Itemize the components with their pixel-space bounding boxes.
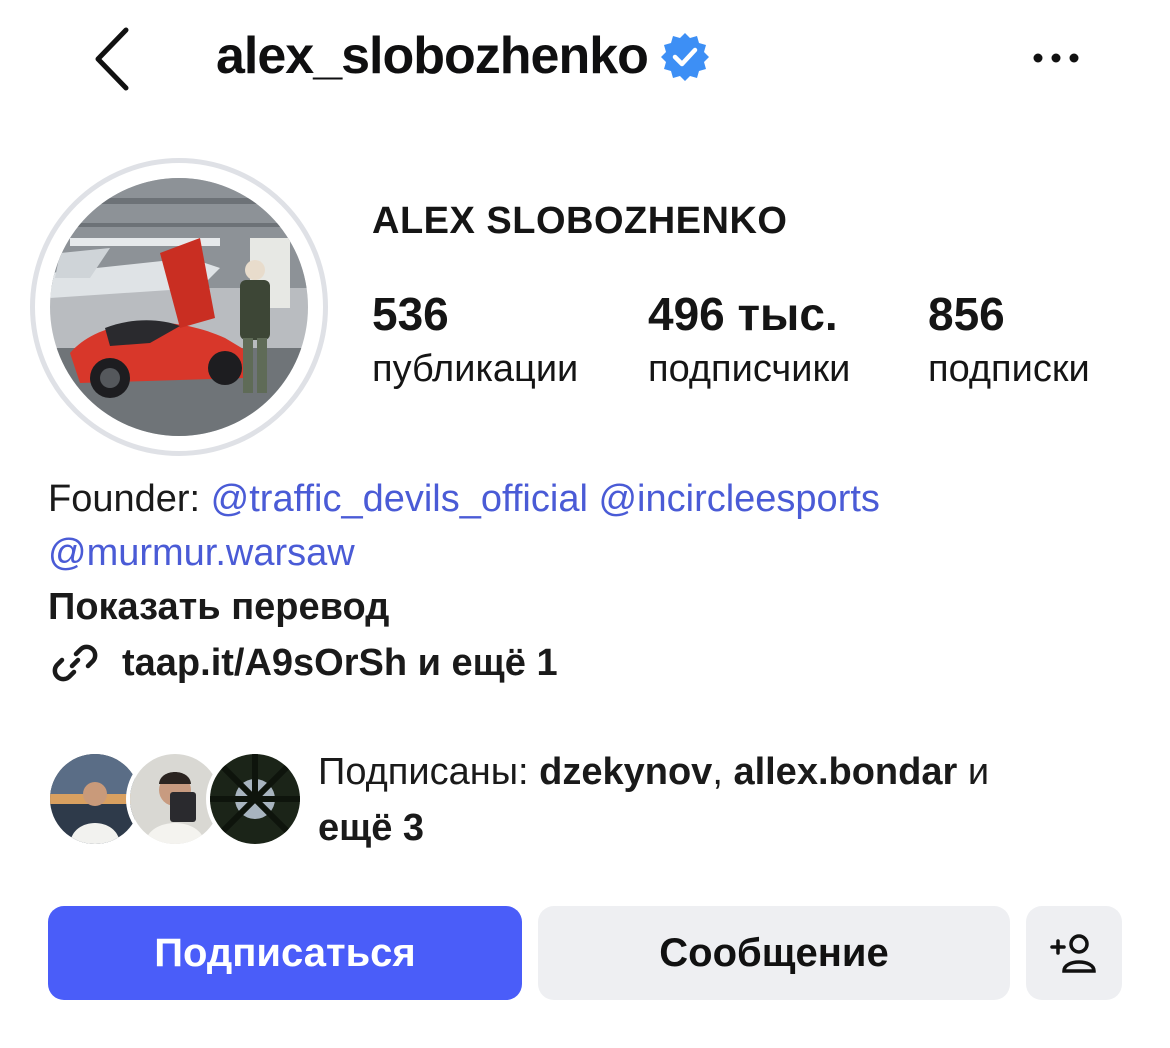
posts-label: публикации: [372, 348, 579, 390]
more-options-button[interactable]: [1026, 36, 1086, 80]
mutual-user[interactable]: allex.bondar: [733, 751, 957, 793]
mention-link[interactable]: @traffic_devils_official: [211, 478, 588, 520]
mutual-followers-text[interactable]: Подписаны: dzekynov, allex.bondar и ещё …: [318, 744, 1118, 856]
mutual-followers-avatars[interactable]: [46, 750, 304, 848]
full-name: ALEX SLOBOZHENKO: [372, 200, 788, 242]
more-mutual[interactable]: ещё 3: [318, 807, 424, 849]
add-person-icon: [1050, 934, 1096, 973]
profile-avatar[interactable]: [30, 158, 328, 456]
back-button[interactable]: [86, 24, 146, 94]
mention-link[interactable]: @incircleesports: [598, 478, 879, 520]
chevron-left-icon: [95, 27, 129, 91]
verified-badge-icon: [660, 31, 710, 81]
avatar: [206, 750, 304, 848]
mention-link[interactable]: @murmur.warsaw: [48, 532, 355, 574]
profile-username: alex_slobozhenko: [216, 26, 710, 86]
link-icon: [52, 644, 98, 682]
external-link[interactable]: taap.it/A9sOrSh и ещё 1: [48, 636, 558, 690]
username-text: alex_slobozhenko: [216, 27, 649, 85]
separator: ,: [712, 751, 734, 793]
followers-label: подписчики: [648, 348, 851, 390]
link-text: taap.it/A9sOrSh и ещё 1: [122, 641, 558, 684]
avatar-image: [50, 178, 308, 436]
posts-stat[interactable]: 536 публикации: [372, 288, 578, 394]
more-horizontal-icon: [1033, 53, 1079, 63]
message-button[interactable]: Сообщение: [538, 906, 1010, 1000]
followers-stat[interactable]: 496 тыс. подписчики: [648, 288, 850, 394]
followers-count: 496 тыс.: [648, 288, 838, 340]
suggested-users-button[interactable]: [1026, 906, 1122, 1000]
mutual-user[interactable]: dzekynov: [539, 751, 712, 793]
following-stat[interactable]: 856 подписки: [928, 288, 1090, 394]
following-count: 856: [928, 288, 1005, 340]
posts-count: 536: [372, 288, 449, 340]
show-translation-button[interactable]: Показать перевод: [48, 580, 389, 634]
conjunction: и: [957, 751, 990, 793]
followed-by-prefix: Подписаны:: [318, 751, 540, 793]
bio-prefix: Founder:: [48, 478, 211, 520]
bio-text: Founder: @traffic_devils_official @incir…: [48, 472, 1128, 580]
following-label: подписки: [928, 348, 1090, 390]
follow-button[interactable]: Подписаться: [48, 906, 522, 1000]
profile-page: alex_slobozhenko ALEX SLOBOZHENKO 536 пу…: [0, 0, 1170, 1048]
